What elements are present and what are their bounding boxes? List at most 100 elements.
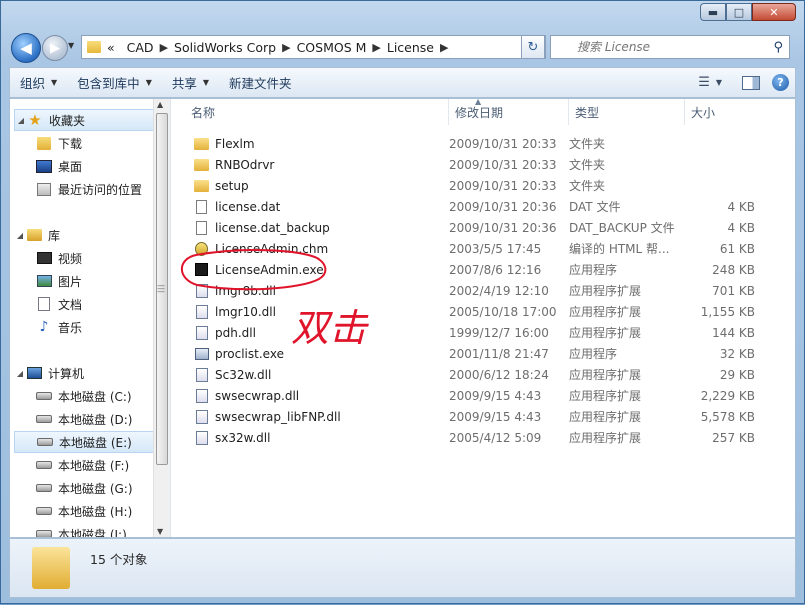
file-date: 2002/4/19 12:10: [449, 283, 549, 298]
file-row[interactable]: lmgr8b.dll 2002/4/19 12:10 应用程序扩展 701 KB: [175, 280, 795, 301]
sidebar-item-pictures[interactable]: 图片: [36, 270, 82, 292]
sidebar-item-label: 最近访问的位置: [58, 182, 143, 197]
minimize-button[interactable]: ▬: [700, 3, 726, 21]
forward-button[interactable]: ▶: [42, 35, 68, 61]
file-type: 文件夹: [569, 158, 606, 172]
file-type: 应用程序扩展: [569, 326, 642, 340]
dll-icon: [195, 409, 208, 424]
file-name: Sc32w.dll: [215, 367, 272, 382]
column-header-date[interactable]: 修改日期: [449, 99, 569, 125]
sidebar-item-computer[interactable]: ◢ 计算机: [14, 362, 84, 384]
chevron-right-icon[interactable]: ▶: [282, 41, 290, 54]
close-button[interactable]: ✕: [752, 3, 796, 21]
sidebar-item-desktop[interactable]: 桌面: [36, 155, 82, 177]
chevron-right-icon[interactable]: ▶: [440, 41, 448, 54]
chevron-down-icon: ▼: [145, 78, 152, 87]
recent-pages-dropdown-icon[interactable]: ▼: [68, 41, 74, 50]
file-row[interactable]: swsecwrap.dll 2009/9/15 4:43 应用程序扩展 2,229 K…: [175, 385, 795, 406]
organize-button[interactable]: 组织 ▼: [10, 68, 67, 97]
file-type: 应用程序: [569, 263, 618, 277]
sidebar-item-drive-h[interactable]: 本地磁盘 (H:): [36, 500, 132, 522]
breadcrumb-cad[interactable]: CAD: [127, 40, 154, 55]
file-name-cell: sx32w.dll: [194, 427, 270, 448]
tree-expanded-icon[interactable]: ◢: [15, 116, 27, 125]
column-header-name[interactable]: 名称: [185, 99, 449, 125]
sidebar-item-drive-g[interactable]: 本地磁盘 (G:): [36, 477, 133, 499]
share-button[interactable]: 共享 ▼: [162, 68, 219, 97]
sidebar-item-label: 本地磁盘 (I:): [58, 527, 127, 538]
scroll-up-icon[interactable]: ▲: [157, 100, 163, 109]
file-row[interactable]: swsecwrap_libFNP.dll 2009/9/15 4:43 应用程序扩展…: [175, 406, 795, 427]
file-name: swsecwrap_libFNP.dll: [215, 409, 341, 424]
sidebar-item-music[interactable]: ♪ 音乐: [36, 316, 82, 338]
sidebar-item-downloads[interactable]: 下载: [36, 132, 82, 154]
file-row[interactable]: license.dat 2009/10/31 20:36 DAT 文件 4 KB: [175, 196, 795, 217]
file-type: 应用程序扩展: [569, 305, 642, 319]
tree-expanded-icon[interactable]: ◢: [14, 231, 26, 240]
chevron-down-icon: ▼: [202, 78, 210, 87]
tree-expanded-icon[interactable]: ◢: [14, 369, 26, 378]
file-row[interactable]: license.dat_backup 2009/10/31 20:36 DAT_BA…: [175, 217, 795, 238]
chevron-right-icon[interactable]: ▶: [160, 41, 168, 54]
breadcrumb-solidworks-corp[interactable]: SolidWorks Corp: [174, 40, 276, 55]
sidebar-item-label: 本地磁盘 (D:): [58, 412, 133, 427]
sidebar-item-recent-places[interactable]: 最近访问的位置: [36, 178, 142, 200]
back-button[interactable]: ◀: [11, 33, 41, 63]
file-name-cell: proclist.exe: [194, 343, 284, 364]
file-row[interactable]: setup 2009/10/31 20:33 文件夹: [175, 175, 795, 196]
scroll-down-icon[interactable]: ▼: [157, 527, 163, 536]
content-area: ◢ ★ 收藏夹 下载 桌面 最近访问的位置 ◢ 库 视频 图片 文档 ♪ 音乐 …: [9, 98, 796, 538]
file-row[interactable]: Sc32w.dll 2000/6/12 18:24 应用程序扩展 29 KB: [175, 364, 795, 385]
sidebar-item-favorites[interactable]: ◢ ★ 收藏夹: [14, 109, 154, 131]
breadcrumb-cosmos-m[interactable]: COSMOS M: [297, 40, 367, 55]
file-row[interactable]: Flexlm 2009/10/31 20:33 文件夹: [175, 133, 795, 154]
new-folder-button[interactable]: 新建文件夹: [219, 68, 302, 97]
navigation-pane-scrollbar[interactable]: ▲ — — — ▼: [153, 99, 170, 537]
include-in-library-button[interactable]: 包含到库中 ▼: [67, 68, 162, 97]
file-row[interactable]: lmgr10.dll 2005/10/18 17:00 应用程序扩展 1,155 KB: [175, 301, 795, 322]
file-row[interactable]: LicenseAdmin.chm 2003/5/5 17:45 编译的 HTML 帮…: [175, 238, 795, 259]
hard-drive-icon: [36, 507, 52, 515]
file-date: 2009/9/15 4:43: [449, 388, 542, 403]
file-date: 2000/6/12 18:24: [449, 367, 549, 382]
change-view-button[interactable]: ☰ ▼: [690, 75, 730, 90]
breadcrumb-license[interactable]: License: [387, 40, 434, 55]
column-header-size[interactable]: 大小: [685, 99, 780, 125]
address-bar[interactable]: « CAD ▶ SolidWorks Corp ▶ COSMOS M ▶ Lic…: [81, 35, 546, 59]
file-row[interactable]: LicenseAdmin.exe 2007/8/6 12:16 应用程序 248 KB: [175, 259, 795, 280]
preview-pane-icon[interactable]: [742, 75, 760, 90]
column-header-type[interactable]: 类型: [569, 99, 685, 125]
file-row[interactable]: proclist.exe 2001/11/8 21:47 应用程序 32 KB: [175, 343, 795, 364]
search-box[interactable]: ⚲: [550, 35, 790, 59]
file-name-cell: LicenseAdmin.exe: [194, 259, 324, 280]
hard-drive-icon: [37, 438, 53, 446]
search-icon[interactable]: ⚲: [773, 40, 783, 55]
sidebar-item-label: 本地磁盘 (C:): [58, 389, 132, 404]
refresh-button[interactable]: ↻: [521, 35, 545, 59]
file-date: 1999/12/7 16:00: [449, 325, 549, 340]
sidebar-item-videos[interactable]: 视频: [36, 247, 82, 269]
file-row[interactable]: pdh.dll 1999/12/7 16:00 应用程序扩展 144 KB: [175, 322, 795, 343]
search-input[interactable]: [575, 39, 779, 55]
sidebar-item-drive-d[interactable]: 本地磁盘 (D:): [36, 408, 132, 430]
file-size: [685, 154, 755, 175]
chevron-right-icon[interactable]: ▶: [372, 41, 380, 54]
file-name: license.dat_backup: [215, 220, 330, 235]
sidebar-item-drive-f[interactable]: 本地磁盘 (F:): [36, 454, 129, 476]
maximize-button[interactable]: □: [726, 3, 752, 21]
file-size: [685, 175, 755, 196]
sidebar-item-drive-e[interactable]: 本地磁盘 (E:): [14, 431, 154, 453]
chevron-down-icon: ▼: [51, 78, 58, 87]
breadcrumb-overflow[interactable]: «: [107, 40, 115, 55]
dll-icon: [195, 283, 208, 298]
sidebar-item-drive-i[interactable]: 本地磁盘 (I:): [36, 523, 127, 537]
sidebar-item-libraries[interactable]: ◢ 库: [14, 224, 60, 246]
help-icon[interactable]: ?: [772, 74, 789, 91]
file-type: DAT 文件: [569, 200, 621, 214]
file-row[interactable]: RNBOdrvr 2009/10/31 20:33 文件夹: [175, 154, 795, 175]
folder-icon: [194, 158, 209, 171]
file-row[interactable]: sx32w.dll 2005/4/12 5:09 应用程序扩展 257 KB: [175, 427, 795, 448]
file-size: 4 KB: [727, 199, 755, 214]
sidebar-item-documents[interactable]: 文档: [36, 293, 82, 315]
sidebar-item-drive-c[interactable]: 本地磁盘 (C:): [36, 385, 132, 407]
